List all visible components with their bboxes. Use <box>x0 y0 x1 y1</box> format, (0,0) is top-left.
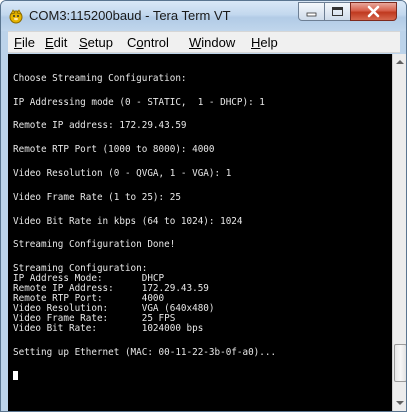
menu-control[interactable]: Control <box>127 35 169 50</box>
menu-window-mnemonic: W <box>189 35 202 50</box>
tera-term-app-icon[interactable] <box>8 8 24 24</box>
terminal-line: Choose Streaming Configuration: <box>13 73 187 84</box>
window-title: COM3:115200baud - Tera Term VT <box>29 8 231 23</box>
terminal-output[interactable]: Choose Streaming Configuration: IP Addre… <box>8 54 392 411</box>
scrollbar-thumb[interactable] <box>394 344 406 382</box>
terminal-cursor <box>13 371 18 380</box>
terminal-line: Video Resolution (0 - QVGA, 1 - VGA): 1 <box>13 168 232 179</box>
terminal-line: Remote RTP Port (1000 to 8000): 4000 <box>13 144 215 155</box>
menu-help[interactable]: Help <box>251 35 278 50</box>
menu-edit-label: dit <box>53 35 68 50</box>
menu-edit-mnemonic: E <box>45 35 54 50</box>
close-button[interactable] <box>350 2 397 21</box>
scroll-down-arrow-icon[interactable] <box>396 401 404 405</box>
minimize-button[interactable] <box>298 2 325 21</box>
close-icon <box>367 5 380 18</box>
menu-setup-mnemonic: S <box>79 35 88 50</box>
terminal-line: IP Addressing mode (0 - STATIC, 1 - DHCP… <box>13 97 265 108</box>
menu-file[interactable]: File <box>14 35 35 50</box>
terminal-line: Streaming Configuration Done! <box>13 239 176 250</box>
menu-window[interactable]: Window <box>189 35 235 50</box>
menu-setup[interactable]: Setup <box>79 35 113 50</box>
menu-control-mnemonic: o <box>136 35 144 50</box>
menu-bar: File Edit Setup Control Window Help <box>8 31 400 53</box>
menu-file-label: ile <box>21 35 35 50</box>
menu-control-prefix: C <box>127 35 137 50</box>
title-bar[interactable]: COM3:115200baud - Tera Term VT <box>1 1 406 31</box>
terminal-line: Remote IP address: 172.29.43.59 <box>13 120 187 131</box>
terminal-line: Video Frame Rate (1 to 25): 25 <box>13 192 181 203</box>
vertical-scrollbar[interactable] <box>392 54 406 411</box>
terminal-line: Setting up Ethernet (MAC: 00-11-22-3b-0f… <box>13 347 277 358</box>
maximize-button[interactable] <box>324 2 351 21</box>
menu-setup-label: etup <box>87 35 113 50</box>
menu-window-label: indow <box>201 35 236 50</box>
scroll-up-arrow-icon[interactable] <box>396 60 404 64</box>
maximize-icon <box>332 7 343 16</box>
menu-control-label: ntrol <box>143 35 169 50</box>
terminal-line: Video Bit Rate in kbps (64 to 1024): 102… <box>13 216 243 227</box>
menu-help-label: elp <box>260 35 278 50</box>
minimize-icon <box>306 12 317 17</box>
menu-edit[interactable]: Edit <box>45 35 67 50</box>
menu-file-mnemonic: F <box>14 35 22 50</box>
menu-help-mnemonic: H <box>251 35 261 50</box>
tera-term-window: COM3:115200baud - Tera Term VT File Edit… <box>0 0 407 412</box>
terminal-line: Video Bit Rate: 1024000 bps <box>13 323 204 334</box>
